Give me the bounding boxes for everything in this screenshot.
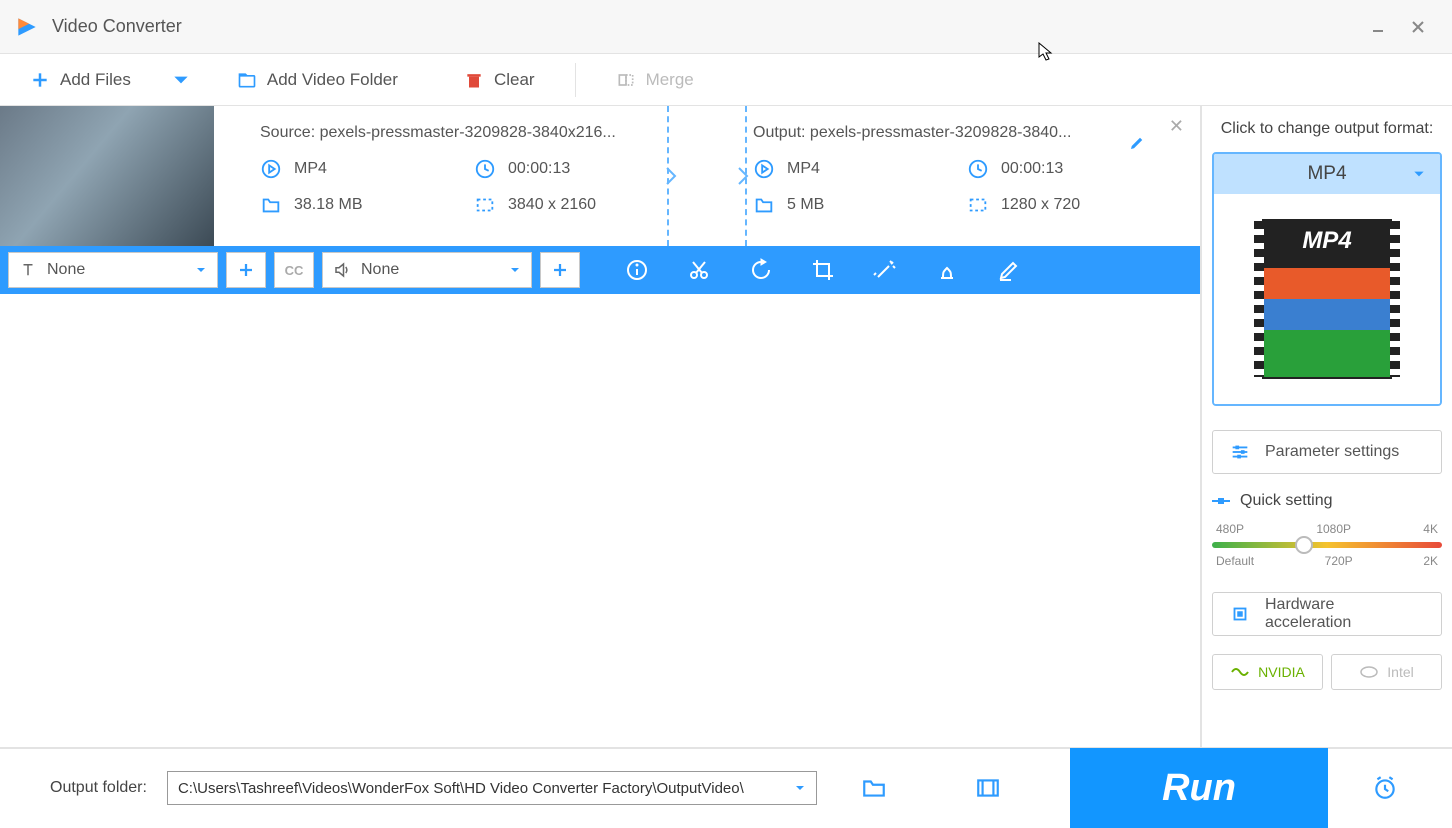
format-preview-icon: MP4 [1262, 219, 1392, 379]
nvidia-badge[interactable]: NVIDIA [1212, 654, 1323, 690]
tick-480p: 480P [1216, 522, 1244, 536]
tick-2k: 2K [1423, 554, 1438, 568]
intel-icon [1359, 665, 1379, 679]
main-toolbar: Add Files Add Video Folder Clear Merge [0, 54, 1452, 106]
minimize-button[interactable] [1358, 7, 1398, 47]
output-format-hint: Click to change output format: [1212, 120, 1442, 138]
clear-label: Clear [494, 70, 535, 90]
output-label: Output: pexels-pressmaster-3209828-3840.… [753, 124, 1180, 142]
chevron-down-icon [509, 264, 521, 276]
merge-label: Merge [646, 70, 694, 90]
edit-button[interactable] [988, 252, 1030, 288]
speaker-icon [333, 261, 351, 279]
edit-action-bar: None CC None [0, 246, 1200, 294]
file-row: Source: pexels-pressmaster-3209828-3840x… [0, 106, 1200, 246]
nvidia-icon [1230, 665, 1250, 679]
chevron-down-icon[interactable] [171, 70, 191, 90]
output-duration: 00:00:13 [967, 158, 1137, 180]
source-duration: 00:00:13 [474, 158, 644, 180]
cut-button[interactable] [678, 252, 720, 288]
quality-slider[interactable]: 480P 1080P 4K Default 720P 2K [1212, 522, 1442, 582]
audio-track-dropdown[interactable]: None [322, 252, 532, 288]
close-button[interactable] [1398, 7, 1438, 47]
add-files-label: Add Files [60, 70, 131, 90]
add-subtitle-button[interactable] [226, 252, 266, 288]
hardware-acceleration-button[interactable]: Hardware acceleration [1212, 592, 1442, 636]
merge-button[interactable]: Merge [602, 64, 708, 96]
output-folder-label: Output folder: [50, 779, 147, 797]
toolbar-separator [575, 63, 576, 97]
intel-badge[interactable]: Intel [1331, 654, 1442, 690]
output-format-selector[interactable]: MP4 MP4 [1212, 152, 1442, 406]
closed-caption-button[interactable]: CC [274, 252, 314, 288]
trash-icon [464, 70, 484, 90]
run-button[interactable]: Run [1070, 748, 1328, 828]
output-size: 5 MB [753, 194, 923, 216]
output-folder-input[interactable]: C:\Users\Tashreef\Videos\WonderFox Soft\… [167, 771, 817, 805]
hw-label: Hardware acceleration [1265, 596, 1425, 632]
info-button[interactable] [616, 252, 658, 288]
output-format: MP4 [753, 158, 923, 180]
edit-output-button[interactable] [1128, 134, 1146, 157]
app-title: Video Converter [52, 16, 182, 37]
plus-icon [30, 70, 50, 90]
source-size: 38.18 MB [260, 194, 430, 216]
subtitle-dropdown[interactable]: None [8, 252, 218, 288]
source-format: MP4 [260, 158, 430, 180]
param-label: Parameter settings [1265, 443, 1399, 461]
source-resolution: 3840 x 2160 [474, 194, 644, 216]
output-folder-path: C:\Users\Tashreef\Videos\WonderFox Soft\… [178, 780, 744, 797]
source-info: Source: pexels-pressmaster-3209828-3840x… [214, 106, 707, 246]
folder-icon [237, 70, 257, 90]
app-logo-icon [14, 14, 40, 40]
browse-folder-button[interactable] [857, 771, 891, 805]
output-info: Output: pexels-pressmaster-3209828-3840.… [707, 106, 1200, 246]
merge-icon [616, 70, 636, 90]
remove-file-button[interactable]: ✕ [1169, 116, 1184, 137]
video-thumbnail[interactable] [0, 106, 214, 246]
tick-4k: 4K [1423, 522, 1438, 536]
sliders-icon [1229, 441, 1251, 463]
tick-720p: 720P [1325, 554, 1353, 568]
chip-icon [1229, 603, 1251, 625]
chevron-down-icon [195, 264, 207, 276]
effects-button[interactable] [864, 252, 906, 288]
schedule-button[interactable] [1368, 771, 1402, 805]
add-video-folder-button[interactable]: Add Video Folder [223, 64, 412, 96]
title-bar: Video Converter [0, 0, 1452, 54]
text-icon [19, 261, 37, 279]
chevron-down-icon [794, 782, 806, 794]
crop-button[interactable] [802, 252, 844, 288]
output-resolution: 1280 x 720 [967, 194, 1137, 216]
chevron-down-icon [1412, 167, 1426, 181]
audio-value: None [361, 261, 399, 279]
slider-thumb[interactable] [1295, 536, 1313, 554]
clear-button[interactable]: Clear [450, 64, 549, 96]
file-list-area: Source: pexels-pressmaster-3209828-3840x… [0, 106, 1200, 747]
add-files-button[interactable]: Add Files [16, 64, 205, 96]
watermark-button[interactable] [926, 252, 968, 288]
quick-icon [1212, 495, 1230, 507]
format-name: MP4 [1307, 163, 1346, 185]
tick-1080p: 1080P [1316, 522, 1351, 536]
output-panel: Click to change output format: MP4 MP4 P… [1200, 106, 1452, 747]
open-output-folder-button[interactable] [971, 771, 1005, 805]
rotate-button[interactable] [740, 252, 782, 288]
add-folder-label: Add Video Folder [267, 70, 398, 90]
quick-setting-label: Quick setting [1212, 492, 1442, 510]
source-label: Source: pexels-pressmaster-3209828-3840x… [260, 124, 687, 142]
subtitle-value: None [47, 261, 85, 279]
add-audio-button[interactable] [540, 252, 580, 288]
parameter-settings-button[interactable]: Parameter settings [1212, 430, 1442, 474]
bottom-bar: Output folder: C:\Users\Tashreef\Videos\… [0, 747, 1452, 827]
tick-default: Default [1216, 554, 1254, 568]
